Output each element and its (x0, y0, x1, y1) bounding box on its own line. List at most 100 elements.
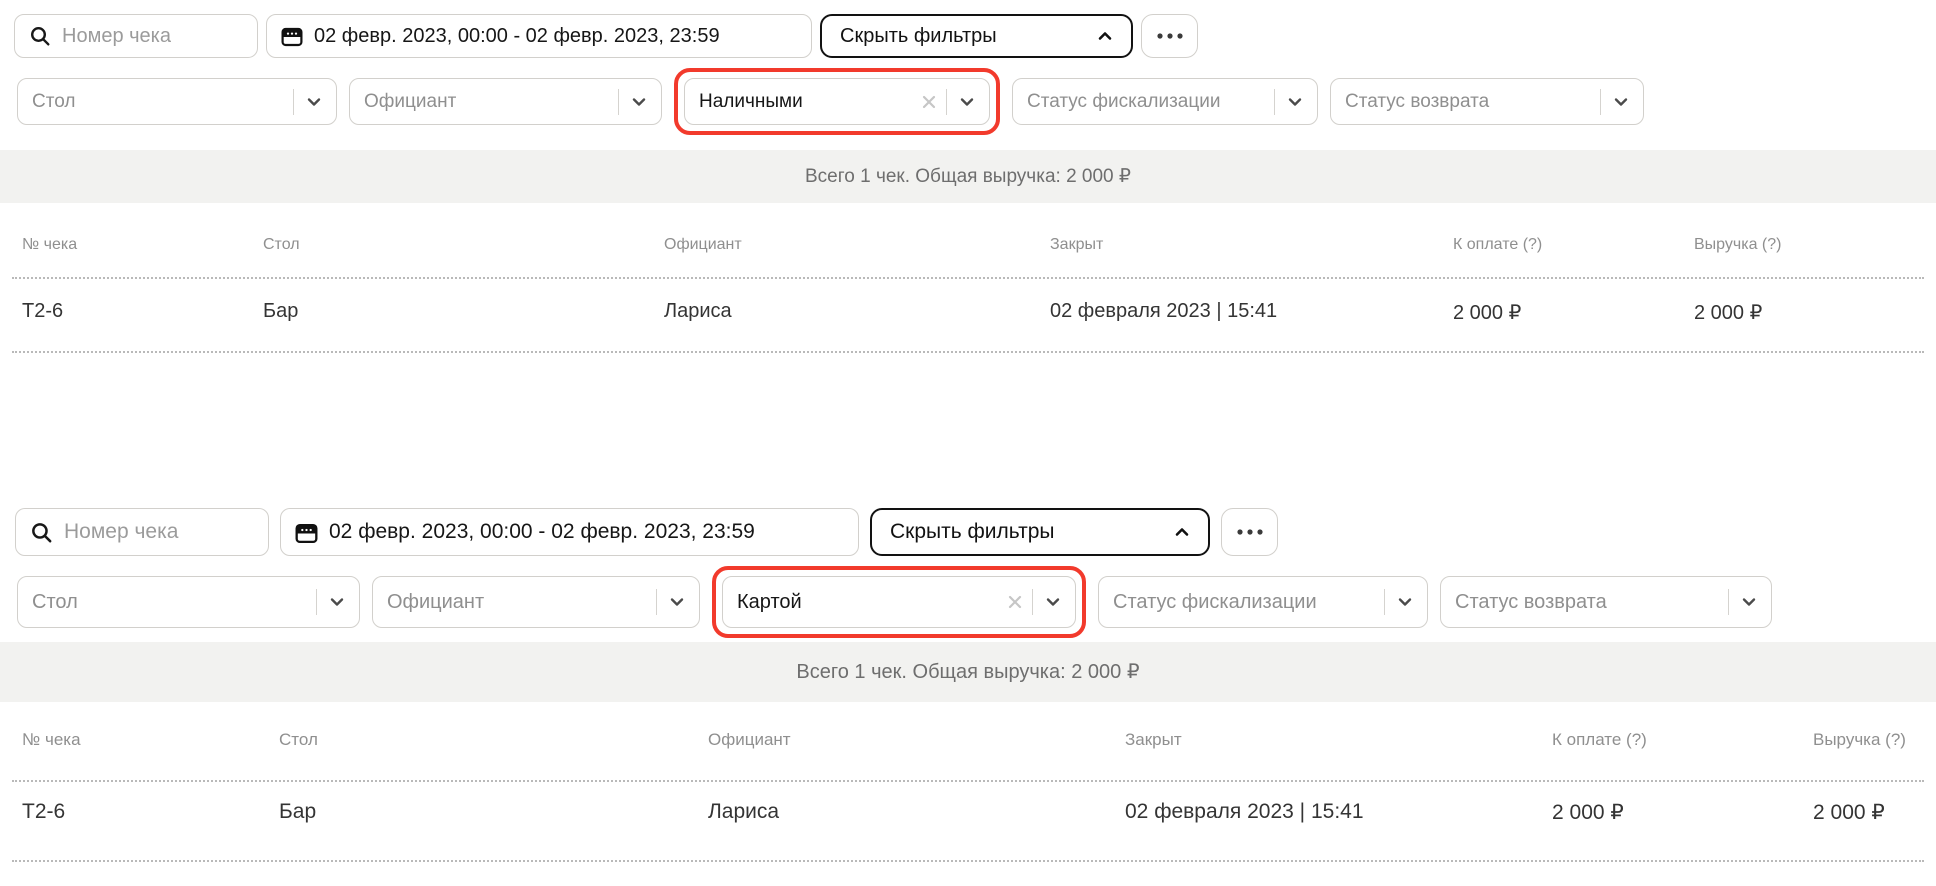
date-range-picker[interactable]: 02 февр. 2023, 00:00 - 02 февр. 2023, 23… (266, 14, 812, 58)
date-range-picker[interactable]: 02 февр. 2023, 00:00 - 02 февр. 2023, 23… (280, 508, 859, 556)
more-icon (1157, 33, 1183, 39)
divider (12, 351, 1924, 353)
filter-table-dropdown[interactable]: Стол (17, 576, 360, 628)
filter-fiscal-status-label: Статус фискализации (1027, 91, 1266, 113)
toolbar: 02 февр. 2023, 00:00 - 02 февр. 2023, 23… (15, 508, 1278, 556)
hide-filters-button[interactable]: Скрыть фильтры (820, 14, 1133, 58)
cell-waiter[interactable]: Лариса (708, 800, 779, 824)
col-header-receipt-number: № чека (22, 730, 81, 750)
receipts-panel-cash: 02 февр. 2023, 00:00 - 02 февр. 2023, 23… (0, 0, 1936, 440)
col-header-to-pay[interactable]: К оплате (?) (1552, 730, 1647, 750)
calendar-icon (295, 521, 318, 544)
highlight-ring: Картой (712, 566, 1086, 638)
chevron-down-icon (1739, 592, 1759, 612)
cell-revenue[interactable]: 2 000 ₽ (1813, 800, 1885, 825)
chevron-up-icon (1172, 522, 1192, 542)
filter-waiter-dropdown[interactable]: Официант (349, 78, 662, 125)
divider (1728, 589, 1730, 615)
filter-waiter-label: Официант (387, 591, 648, 614)
filter-payment-dropdown[interactable]: Картой (722, 576, 1076, 628)
chevron-down-icon (1611, 92, 1631, 112)
filter-fiscal-status-dropdown[interactable]: Статус фискализации (1012, 78, 1318, 125)
receipts-panel-card: 02 февр. 2023, 00:00 - 02 февр. 2023, 23… (0, 494, 1936, 886)
col-header-waiter: Официант (708, 730, 791, 750)
filter-payment-value: Наличными (699, 91, 914, 113)
col-header-to-pay[interactable]: К оплате (?) (1453, 236, 1542, 254)
filter-waiter-dropdown[interactable]: Официант (372, 576, 700, 628)
chevron-down-icon (629, 92, 649, 112)
col-header-table: Стол (263, 236, 300, 254)
col-header-waiter: Официант (664, 236, 742, 254)
cell-receipt-number[interactable]: Т2-6 (22, 800, 65, 824)
cell-to-pay[interactable]: 2 000 ₽ (1453, 300, 1521, 325)
hide-filters-button[interactable]: Скрыть фильтры (870, 508, 1210, 556)
filter-fiscal-status-label: Статус фискализации (1113, 591, 1376, 614)
divider (12, 277, 1924, 279)
cell-table[interactable]: Бар (279, 800, 316, 824)
divider (12, 780, 1924, 782)
search-icon (29, 25, 51, 47)
divider (946, 89, 948, 115)
toolbar: 02 февр. 2023, 00:00 - 02 февр. 2023, 23… (14, 14, 1198, 58)
filter-table-dropdown[interactable]: Стол (17, 78, 337, 125)
chevron-down-icon (957, 92, 977, 112)
search-input[interactable] (64, 520, 268, 544)
divider (1032, 589, 1034, 615)
cell-waiter[interactable]: Лариса (664, 300, 732, 323)
col-header-revenue[interactable]: Выручка (?) (1694, 236, 1781, 254)
cell-revenue[interactable]: 2 000 ₽ (1694, 300, 1762, 325)
filter-table-label: Стол (32, 591, 308, 614)
divider (12, 860, 1924, 862)
filter-payment-value: Картой (737, 591, 1000, 614)
cell-table[interactable]: Бар (263, 300, 298, 323)
divider (1600, 89, 1602, 115)
filter-payment-dropdown[interactable]: Наличными (684, 78, 990, 125)
col-header-revenue[interactable]: Выручка (?) (1813, 730, 1906, 750)
col-header-closed: Закрыт (1125, 730, 1182, 750)
cell-to-pay[interactable]: 2 000 ₽ (1552, 800, 1624, 825)
filter-table-label: Стол (32, 91, 285, 113)
search-input[interactable] (62, 25, 257, 48)
filter-refund-status-dropdown[interactable]: Статус возврата (1330, 78, 1644, 125)
cell-receipt-number[interactable]: Т2-6 (22, 300, 63, 323)
date-range-label: 02 февр. 2023, 00:00 - 02 февр. 2023, 23… (314, 25, 736, 48)
clear-filter-icon[interactable] (1006, 593, 1024, 611)
divider (656, 589, 658, 615)
chevron-down-icon (304, 92, 324, 112)
hide-filters-label: Скрыть фильтры (840, 25, 997, 48)
highlight-ring: Наличными (674, 68, 1000, 135)
hide-filters-label: Скрыть фильтры (890, 520, 1054, 544)
filter-refund-status-label: Статус возврата (1455, 591, 1720, 614)
cell-closed[interactable]: 02 февраля 2023 | 15:41 (1050, 300, 1277, 323)
more-actions-button[interactable] (1221, 508, 1278, 556)
date-range-label: 02 февр. 2023, 00:00 - 02 февр. 2023, 23… (329, 520, 771, 544)
search-icon (30, 521, 53, 544)
col-header-receipt-number: № чека (22, 236, 77, 254)
more-actions-button[interactable] (1141, 14, 1198, 58)
divider (1274, 89, 1276, 115)
cell-closed[interactable]: 02 февраля 2023 | 15:41 (1125, 800, 1364, 824)
filter-fiscal-status-dropdown[interactable]: Статус фискализации (1098, 576, 1428, 628)
filters-row: Стол Официант Наличными (17, 68, 1644, 135)
clear-filter-icon[interactable] (920, 93, 938, 111)
summary-bar: Всего 1 чек. Общая выручка: 2 000 ₽ (0, 150, 1936, 203)
chevron-down-icon (667, 592, 687, 612)
receipt-number-search[interactable] (14, 14, 258, 58)
divider (293, 89, 295, 115)
filter-refund-status-label: Статус возврата (1345, 91, 1592, 113)
filters-row: Стол Официант Картой (17, 566, 1772, 638)
filter-waiter-label: Официант (364, 91, 610, 113)
col-header-closed: Закрыт (1050, 236, 1103, 254)
filter-refund-status-dropdown[interactable]: Статус возврата (1440, 576, 1772, 628)
chevron-down-icon (327, 592, 347, 612)
receipt-number-search[interactable] (15, 508, 269, 556)
chevron-down-icon (1395, 592, 1415, 612)
chevron-up-icon (1095, 26, 1115, 46)
divider (618, 89, 620, 115)
calendar-icon (281, 25, 303, 47)
summary-bar: Всего 1 чек. Общая выручка: 2 000 ₽ (0, 642, 1936, 702)
col-header-table: Стол (279, 730, 318, 750)
more-icon (1237, 529, 1263, 535)
divider (1384, 589, 1386, 615)
chevron-down-icon (1043, 592, 1063, 612)
